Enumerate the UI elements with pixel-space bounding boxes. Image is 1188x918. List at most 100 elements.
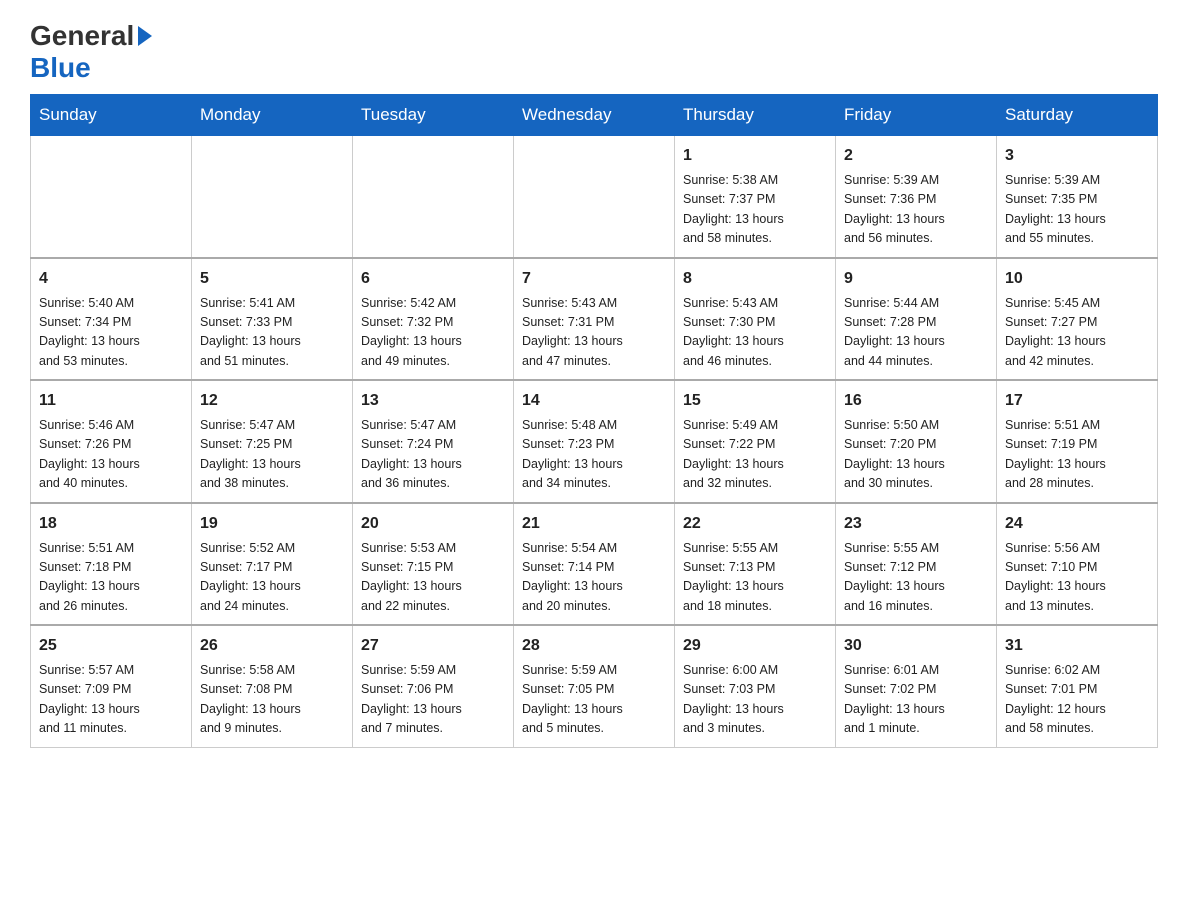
day-number: 21 xyxy=(522,512,666,536)
day-info: Sunrise: 5:56 AM Sunset: 7:10 PM Dayligh… xyxy=(1005,539,1149,617)
day-number: 31 xyxy=(1005,634,1149,658)
weekday-header: Monday xyxy=(192,95,353,136)
day-number: 30 xyxy=(844,634,988,658)
logo-blue-text: Blue xyxy=(30,52,91,84)
weekday-header-row: SundayMondayTuesdayWednesdayThursdayFrid… xyxy=(31,95,1158,136)
day-number: 15 xyxy=(683,389,827,413)
day-info: Sunrise: 5:51 AM Sunset: 7:19 PM Dayligh… xyxy=(1005,416,1149,494)
logo-arrow-icon xyxy=(138,26,152,46)
calendar-week-row: 18 Sunrise: 5:51 AM Sunset: 7:18 PM Dayli… xyxy=(31,503,1158,626)
day-number: 18 xyxy=(39,512,183,536)
logo: General Blue xyxy=(30,20,152,84)
day-number: 7 xyxy=(522,267,666,291)
day-number: 11 xyxy=(39,389,183,413)
calendar-cell: 24 Sunrise: 5:56 AM Sunset: 7:10 PM Dayli… xyxy=(997,503,1158,626)
day-number: 8 xyxy=(683,267,827,291)
calendar-cell: 11 Sunrise: 5:46 AM Sunset: 7:26 PM Dayli… xyxy=(31,380,192,503)
calendar-cell: 18 Sunrise: 5:51 AM Sunset: 7:18 PM Dayli… xyxy=(31,503,192,626)
calendar-cell: 23 Sunrise: 5:55 AM Sunset: 7:12 PM Dayli… xyxy=(836,503,997,626)
calendar-week-row: 1 Sunrise: 5:38 AM Sunset: 7:37 PM Daylig… xyxy=(31,136,1158,258)
calendar-cell: 27 Sunrise: 5:59 AM Sunset: 7:06 PM Dayli… xyxy=(353,625,514,747)
calendar-cell: 30 Sunrise: 6:01 AM Sunset: 7:02 PM Dayli… xyxy=(836,625,997,747)
day-info: Sunrise: 5:55 AM Sunset: 7:12 PM Dayligh… xyxy=(844,539,988,617)
calendar-cell: 19Sunrise: 5:52 AM Sunset: 7:17 PM Dayli… xyxy=(192,503,353,626)
day-info: Sunrise: 5:57 AM Sunset: 7:09 PM Dayligh… xyxy=(39,661,183,739)
calendar-cell xyxy=(31,136,192,258)
calendar-cell: 26 Sunrise: 5:58 AM Sunset: 7:08 PM Dayli… xyxy=(192,625,353,747)
day-info: Sunrise: 5:55 AM Sunset: 7:13 PM Dayligh… xyxy=(683,539,827,617)
day-number: 9 xyxy=(844,267,988,291)
day-info: Sunrise: 5:38 AM Sunset: 7:37 PM Dayligh… xyxy=(683,171,827,249)
day-number: 22 xyxy=(683,512,827,536)
calendar-cell: 9 Sunrise: 5:44 AM Sunset: 7:28 PM Daylig… xyxy=(836,258,997,381)
calendar-cell: 17 Sunrise: 5:51 AM Sunset: 7:19 PM Dayli… xyxy=(997,380,1158,503)
calendar-table: SundayMondayTuesdayWednesdayThursdayFrid… xyxy=(30,94,1158,748)
calendar-week-row: 4 Sunrise: 5:40 AM Sunset: 7:34 PM Daylig… xyxy=(31,258,1158,381)
day-info: Sunrise: 5:59 AM Sunset: 7:06 PM Dayligh… xyxy=(361,661,505,739)
calendar-cell: 16Sunrise: 5:50 AM Sunset: 7:20 PM Dayli… xyxy=(836,380,997,503)
calendar-cell: 28 Sunrise: 5:59 AM Sunset: 7:05 PM Dayli… xyxy=(514,625,675,747)
day-info: Sunrise: 5:49 AM Sunset: 7:22 PM Dayligh… xyxy=(683,416,827,494)
calendar-cell xyxy=(353,136,514,258)
weekday-header: Saturday xyxy=(997,95,1158,136)
day-info: Sunrise: 5:58 AM Sunset: 7:08 PM Dayligh… xyxy=(200,661,344,739)
day-number: 3 xyxy=(1005,144,1149,168)
day-number: 5 xyxy=(200,267,344,291)
day-info: Sunrise: 5:54 AM Sunset: 7:14 PM Dayligh… xyxy=(522,539,666,617)
calendar-cell: 4 Sunrise: 5:40 AM Sunset: 7:34 PM Daylig… xyxy=(31,258,192,381)
calendar-cell: 14 Sunrise: 5:48 AM Sunset: 7:23 PM Dayli… xyxy=(514,380,675,503)
day-number: 19 xyxy=(200,512,344,536)
day-number: 25 xyxy=(39,634,183,658)
day-number: 17 xyxy=(1005,389,1149,413)
weekday-header: Thursday xyxy=(675,95,836,136)
day-number: 12 xyxy=(200,389,344,413)
day-number: 27 xyxy=(361,634,505,658)
weekday-header: Friday xyxy=(836,95,997,136)
day-number: 24 xyxy=(1005,512,1149,536)
day-info: Sunrise: 6:01 AM Sunset: 7:02 PM Dayligh… xyxy=(844,661,988,739)
day-info: Sunrise: 5:47 AM Sunset: 7:25 PM Dayligh… xyxy=(200,416,344,494)
day-number: 29 xyxy=(683,634,827,658)
calendar-cell: 6Sunrise: 5:42 AM Sunset: 7:32 PM Daylig… xyxy=(353,258,514,381)
day-info: Sunrise: 5:42 AM Sunset: 7:32 PM Dayligh… xyxy=(361,294,505,372)
day-number: 20 xyxy=(361,512,505,536)
day-info: Sunrise: 5:47 AM Sunset: 7:24 PM Dayligh… xyxy=(361,416,505,494)
day-info: Sunrise: 5:50 AM Sunset: 7:20 PM Dayligh… xyxy=(844,416,988,494)
day-info: Sunrise: 5:40 AM Sunset: 7:34 PM Dayligh… xyxy=(39,294,183,372)
day-info: Sunrise: 6:00 AM Sunset: 7:03 PM Dayligh… xyxy=(683,661,827,739)
day-info: Sunrise: 5:59 AM Sunset: 7:05 PM Dayligh… xyxy=(522,661,666,739)
day-number: 4 xyxy=(39,267,183,291)
day-info: Sunrise: 5:44 AM Sunset: 7:28 PM Dayligh… xyxy=(844,294,988,372)
day-info: Sunrise: 5:43 AM Sunset: 7:30 PM Dayligh… xyxy=(683,294,827,372)
calendar-cell: 13 Sunrise: 5:47 AM Sunset: 7:24 PM Dayli… xyxy=(353,380,514,503)
day-number: 26 xyxy=(200,634,344,658)
day-number: 14 xyxy=(522,389,666,413)
day-info: Sunrise: 5:43 AM Sunset: 7:31 PM Dayligh… xyxy=(522,294,666,372)
calendar-cell: 22 Sunrise: 5:55 AM Sunset: 7:13 PM Dayli… xyxy=(675,503,836,626)
day-info: Sunrise: 5:39 AM Sunset: 7:36 PM Dayligh… xyxy=(844,171,988,249)
page-header: General Blue xyxy=(30,20,1158,84)
day-number: 13 xyxy=(361,389,505,413)
calendar-cell: 10Sunrise: 5:45 AM Sunset: 7:27 PM Dayli… xyxy=(997,258,1158,381)
day-number: 23 xyxy=(844,512,988,536)
calendar-week-row: 25 Sunrise: 5:57 AM Sunset: 7:09 PM Dayli… xyxy=(31,625,1158,747)
day-info: Sunrise: 5:39 AM Sunset: 7:35 PM Dayligh… xyxy=(1005,171,1149,249)
calendar-cell xyxy=(514,136,675,258)
day-info: Sunrise: 5:46 AM Sunset: 7:26 PM Dayligh… xyxy=(39,416,183,494)
calendar-cell: 2 Sunrise: 5:39 AM Sunset: 7:36 PM Daylig… xyxy=(836,136,997,258)
day-number: 2 xyxy=(844,144,988,168)
day-number: 1 xyxy=(683,144,827,168)
calendar-cell: 5 Sunrise: 5:41 AM Sunset: 7:33 PM Daylig… xyxy=(192,258,353,381)
day-info: Sunrise: 5:53 AM Sunset: 7:15 PM Dayligh… xyxy=(361,539,505,617)
day-info: Sunrise: 6:02 AM Sunset: 7:01 PM Dayligh… xyxy=(1005,661,1149,739)
day-number: 28 xyxy=(522,634,666,658)
day-number: 10 xyxy=(1005,267,1149,291)
day-info: Sunrise: 5:51 AM Sunset: 7:18 PM Dayligh… xyxy=(39,539,183,617)
day-info: Sunrise: 5:41 AM Sunset: 7:33 PM Dayligh… xyxy=(200,294,344,372)
calendar-cell: 15 Sunrise: 5:49 AM Sunset: 7:22 PM Dayli… xyxy=(675,380,836,503)
calendar-cell: 29 Sunrise: 6:00 AM Sunset: 7:03 PM Dayli… xyxy=(675,625,836,747)
day-info: Sunrise: 5:48 AM Sunset: 7:23 PM Dayligh… xyxy=(522,416,666,494)
calendar-cell: 20 Sunrise: 5:53 AM Sunset: 7:15 PM Dayli… xyxy=(353,503,514,626)
calendar-cell: 31 Sunrise: 6:02 AM Sunset: 7:01 PM Dayli… xyxy=(997,625,1158,747)
calendar-cell: 3 Sunrise: 5:39 AM Sunset: 7:35 PM Daylig… xyxy=(997,136,1158,258)
